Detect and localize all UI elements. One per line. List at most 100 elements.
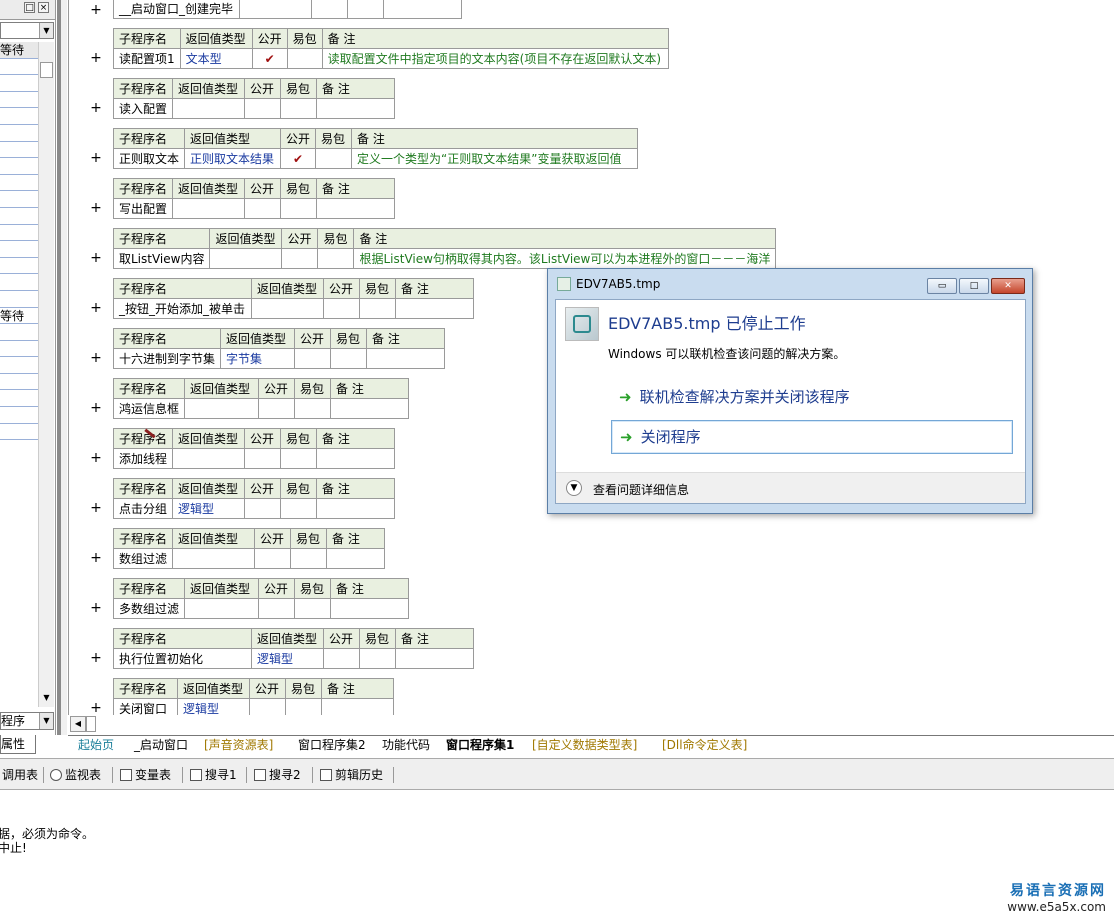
public-checkbox[interactable] bbox=[244, 448, 282, 469]
easy-pack-checkbox[interactable] bbox=[317, 248, 355, 269]
easy-pack-checkbox[interactable] bbox=[286, 48, 323, 69]
return-type-cell[interactable]: 字节集 bbox=[220, 348, 296, 369]
chevron-down-icon[interactable]: ▼ bbox=[566, 480, 582, 496]
return-type-cell[interactable] bbox=[209, 248, 283, 269]
close-icon[interactable]: × bbox=[38, 2, 49, 13]
property-row[interactable] bbox=[0, 258, 38, 275]
easy-pack-checkbox[interactable] bbox=[315, 148, 353, 169]
return-type-cell[interactable]: 逻辑型 bbox=[177, 698, 250, 715]
return-type-cell[interactable] bbox=[172, 98, 246, 119]
property-row[interactable] bbox=[0, 191, 38, 208]
property-row[interactable] bbox=[0, 208, 38, 225]
public-checkbox[interactable] bbox=[258, 598, 296, 619]
easy-pack-checkbox[interactable] bbox=[359, 298, 396, 319]
property-row[interactable] bbox=[0, 407, 38, 424]
variables-button[interactable]: 变量表 bbox=[120, 766, 171, 784]
property-row[interactable] bbox=[0, 241, 38, 258]
view-details-link[interactable]: 查看问题详细信息 bbox=[593, 481, 689, 498]
tab-dll-commands[interactable]: [Dll命令定义表] bbox=[662, 736, 747, 754]
subroutine-name-cell[interactable]: 读入配置 bbox=[112, 98, 174, 119]
tab-properties[interactable]: 属性 bbox=[0, 735, 36, 754]
property-row[interactable] bbox=[0, 142, 38, 159]
tab-startup-window[interactable]: _启动窗口 bbox=[134, 736, 188, 754]
remark-cell[interactable] bbox=[330, 598, 410, 619]
easy-pack-checkbox[interactable] bbox=[359, 648, 396, 669]
expand-icon[interactable]: + bbox=[90, 150, 102, 166]
minimize-button[interactable]: ▭ bbox=[927, 278, 957, 294]
easy-pack-checkbox[interactable] bbox=[280, 448, 318, 469]
remark-cell[interactable] bbox=[316, 198, 396, 219]
public-checkbox[interactable] bbox=[294, 348, 332, 369]
property-row[interactable] bbox=[0, 175, 38, 192]
expand-icon[interactable]: + bbox=[90, 300, 102, 316]
public-checkbox[interactable] bbox=[249, 698, 286, 715]
property-row[interactable]: 等待 bbox=[0, 308, 38, 325]
tab-start-page[interactable]: 起始页 bbox=[78, 736, 114, 754]
public-checkbox[interactable] bbox=[281, 248, 319, 269]
property-scrollbar[interactable]: ▼ bbox=[38, 42, 54, 707]
public-checkbox[interactable] bbox=[323, 648, 360, 669]
public-checkbox[interactable] bbox=[258, 398, 296, 419]
property-row[interactable] bbox=[0, 108, 38, 125]
program-select[interactable]: 程序 ▼ bbox=[0, 712, 54, 730]
subroutine-name-cell[interactable]: _按钮_开始添加_被单击 bbox=[113, 298, 252, 319]
remark-cell[interactable] bbox=[366, 348, 446, 369]
subroutine-name-cell[interactable]: 执行位置初始化 bbox=[113, 648, 252, 669]
property-row[interactable] bbox=[0, 291, 38, 308]
call-table-button[interactable]: 调用表 bbox=[2, 766, 38, 784]
expand-icon[interactable]: + bbox=[90, 50, 102, 66]
easy-pack-checkbox[interactable] bbox=[280, 198, 318, 219]
return-type-cell[interactable] bbox=[172, 548, 256, 569]
public-checkbox[interactable]: ✔ bbox=[251, 48, 288, 69]
public-checkbox[interactable] bbox=[254, 548, 292, 569]
chevron-down-icon[interactable]: ▼ bbox=[39, 713, 53, 729]
return-type-cell[interactable] bbox=[172, 448, 246, 469]
subroutine-name-cell[interactable]: 关闭窗口 bbox=[113, 698, 178, 715]
property-row[interactable] bbox=[0, 357, 38, 374]
remark-cell[interactable]: 根据ListView句柄取得其内容。该ListView可以为本进程外的窗口－－－… bbox=[353, 248, 777, 269]
maximize-button[interactable]: □ bbox=[959, 278, 989, 294]
property-row[interactable]: 等待 bbox=[0, 42, 38, 59]
subroutine-name-cell[interactable]: __启动窗口_创建完毕 bbox=[113, 0, 240, 19]
easy-pack-checkbox[interactable] bbox=[280, 498, 318, 519]
easy-pack-checkbox[interactable] bbox=[330, 348, 368, 369]
subroutine-name-cell[interactable]: 数组过滤 bbox=[112, 548, 174, 569]
expand-icon[interactable]: + bbox=[90, 250, 102, 266]
subroutine-name-cell[interactable]: 鸿运信息框 bbox=[112, 398, 186, 419]
property-row[interactable] bbox=[0, 92, 38, 109]
property-row[interactable] bbox=[0, 225, 38, 242]
easy-pack-checkbox[interactable] bbox=[294, 398, 332, 419]
remark-cell[interactable] bbox=[395, 648, 474, 669]
check-online-button[interactable]: ➜ 联机检查解决方案并关闭该程序 bbox=[611, 381, 1013, 415]
subroutine-name-cell[interactable]: 取ListView内容 bbox=[112, 248, 211, 269]
close-program-button[interactable]: ➜ 关闭程序 bbox=[611, 420, 1013, 454]
property-row[interactable] bbox=[0, 324, 38, 341]
property-row[interactable] bbox=[0, 125, 38, 142]
public-checkbox[interactable]: ✔ bbox=[280, 148, 317, 169]
return-type-cell[interactable] bbox=[184, 598, 260, 619]
expand-icon[interactable]: + bbox=[90, 200, 102, 216]
expand-icon[interactable]: + bbox=[90, 400, 102, 416]
return-type-cell[interactable] bbox=[172, 198, 246, 219]
search2-button[interactable]: 搜寻2 bbox=[254, 766, 301, 784]
remark-cell[interactable]: 读取配置文件中指定项目的文本内容(项目不存在返回默认文本) bbox=[321, 48, 669, 69]
subroutine-name-cell[interactable]: 十六进制到字节集 bbox=[112, 348, 222, 369]
easy-pack-checkbox[interactable] bbox=[290, 548, 328, 569]
restore-icon[interactable]: □ bbox=[24, 2, 35, 13]
tab-sound-resources[interactable]: [声音资源表] bbox=[204, 736, 273, 754]
remark-cell[interactable] bbox=[321, 698, 394, 715]
search1-button[interactable]: 搜寻1 bbox=[190, 766, 237, 784]
easy-pack-checkbox[interactable] bbox=[285, 698, 322, 715]
property-row[interactable] bbox=[0, 59, 38, 76]
chevron-down-icon[interactable]: ▼ bbox=[39, 23, 53, 38]
tab-window-assembly-2[interactable]: 窗口程序集2 bbox=[298, 736, 366, 754]
return-type-cell[interactable] bbox=[184, 398, 260, 419]
property-row[interactable] bbox=[0, 424, 38, 441]
watch-button[interactable]: 监视表 bbox=[50, 766, 101, 784]
public-checkbox[interactable] bbox=[244, 498, 282, 519]
hscroll-track[interactable] bbox=[86, 716, 96, 732]
subroutine-name-cell[interactable]: 添加线程 bbox=[112, 448, 174, 469]
remark-cell[interactable] bbox=[316, 498, 396, 519]
remark-cell[interactable]: 定义一个类型为“正则取文本结果”变量获取返回值 bbox=[351, 148, 639, 169]
easy-pack-checkbox[interactable] bbox=[280, 98, 318, 119]
